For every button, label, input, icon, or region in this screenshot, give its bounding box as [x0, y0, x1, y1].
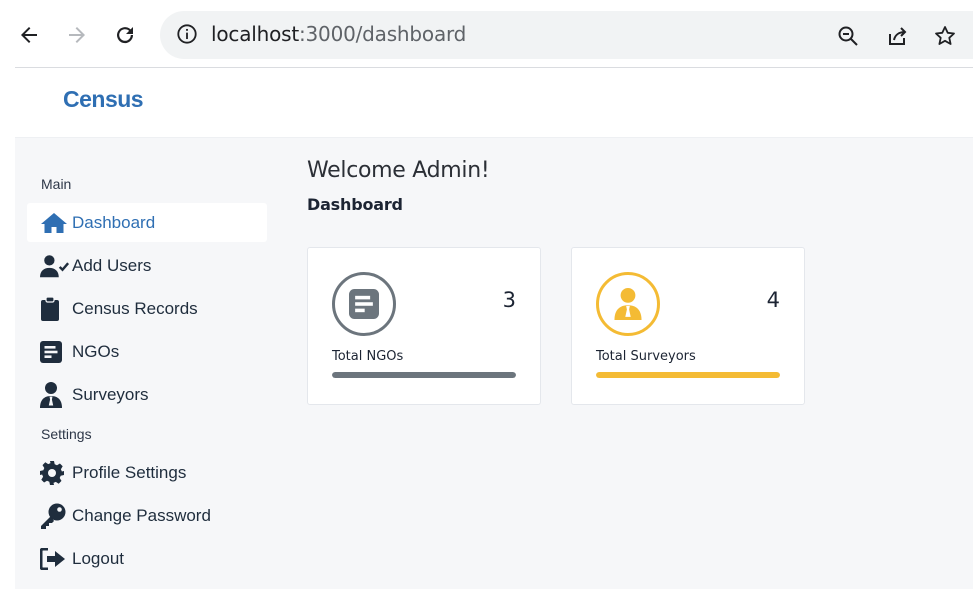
- sidebar-item-label: Surveyors: [72, 384, 149, 404]
- sidebar: Main Dashboard Add Users Census Records …: [15, 138, 275, 589]
- gear-icon: [40, 460, 70, 486]
- ngo-icon-circle: [332, 272, 396, 336]
- sidebar-item-add-users[interactable]: Add Users: [27, 246, 267, 285]
- user-tie-icon: [614, 288, 642, 320]
- zoom-out-icon[interactable]: [835, 23, 861, 49]
- sidebar-item-census-records[interactable]: Census Records: [27, 289, 267, 328]
- clipboard-icon: [40, 296, 70, 322]
- sidebar-item-logout[interactable]: Logout: [27, 539, 267, 578]
- surveyor-icon-circle: [596, 272, 660, 336]
- stat-card-surveyors[interactable]: 4 Total Surveyors: [571, 247, 805, 405]
- info-icon[interactable]: [176, 23, 198, 45]
- sidebar-section-settings: Settings: [41, 426, 92, 442]
- forward-arrow-icon[interactable]: [62, 20, 92, 50]
- main-content: Welcome Admin! Dashboard 3 Total NGOs 4 …: [307, 138, 967, 589]
- progress-fill: [332, 372, 516, 378]
- browser-toolbar: localhost:3000/dashboard: [0, 0, 973, 68]
- welcome-heading: Welcome Admin!: [307, 158, 490, 183]
- home-icon: [40, 210, 70, 236]
- progress-bar: [596, 372, 780, 378]
- user-tie-icon: [40, 381, 70, 408]
- logout-icon: [40, 546, 70, 572]
- address-bar[interactable]: localhost:3000/dashboard: [160, 11, 973, 59]
- url-host: localhost: [211, 22, 299, 46]
- sidebar-item-profile-settings[interactable]: Profile Settings: [27, 453, 267, 492]
- sidebar-item-label: Logout: [72, 548, 124, 568]
- back-arrow-icon[interactable]: [14, 20, 44, 50]
- stat-label: Total Surveyors: [596, 349, 696, 364]
- page-title: Dashboard: [307, 195, 403, 214]
- sidebar-item-ngos[interactable]: NGOs: [27, 332, 267, 371]
- sidebar-item-label: Profile Settings: [72, 462, 187, 482]
- user-check-icon: [40, 253, 70, 279]
- stat-count: 3: [502, 288, 516, 312]
- url-text[interactable]: localhost:3000/dashboard: [211, 22, 466, 46]
- url-path: :3000/dashboard: [298, 22, 467, 46]
- document-list-icon: [349, 289, 379, 319]
- share-icon[interactable]: [885, 23, 911, 49]
- progress-fill: [596, 372, 780, 378]
- stat-count: 4: [766, 288, 780, 312]
- sidebar-item-change-password[interactable]: Change Password: [27, 496, 267, 535]
- reload-icon[interactable]: [110, 20, 140, 50]
- sidebar-item-label: Add Users: [72, 255, 152, 275]
- sidebar-item-label: Dashboard: [72, 212, 156, 232]
- progress-bar: [332, 372, 516, 378]
- document-list-icon: [40, 339, 70, 365]
- sidebar-section-main: Main: [41, 176, 72, 192]
- sidebar-item-surveyors[interactable]: Surveyors: [27, 375, 267, 414]
- sidebar-item-label: NGOs: [72, 341, 120, 361]
- key-icon: [40, 503, 70, 529]
- sidebar-item-label: Change Password: [72, 505, 211, 525]
- app-body: Main Dashboard Add Users Census Records …: [15, 138, 973, 589]
- stat-label: Total NGOs: [332, 349, 404, 364]
- brand-logo[interactable]: Census: [63, 86, 144, 113]
- app-header: Census: [15, 68, 973, 138]
- bookmark-star-icon[interactable]: [932, 23, 958, 49]
- sidebar-item-label: Census Records: [72, 298, 198, 318]
- stat-card-ngos[interactable]: 3 Total NGOs: [307, 247, 541, 405]
- sidebar-item-dashboard[interactable]: Dashboard: [27, 203, 267, 242]
